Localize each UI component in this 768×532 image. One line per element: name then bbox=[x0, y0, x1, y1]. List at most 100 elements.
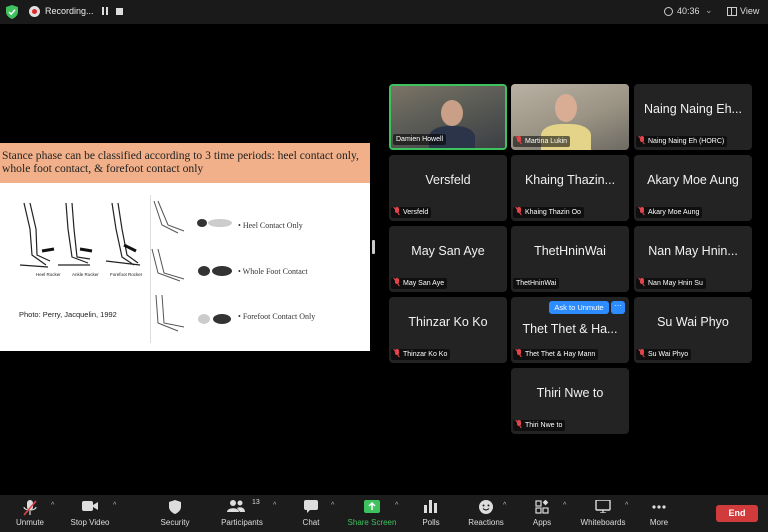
mic-muted-icon bbox=[516, 349, 522, 357]
participant-display-name: Thet Thet & Ha... bbox=[522, 322, 618, 336]
participant-display-name: Thiri Nwe to bbox=[536, 386, 604, 400]
phase-whole-foot: • Whole Foot Contact bbox=[238, 267, 308, 276]
video-options-chevron[interactable]: ^ bbox=[108, 495, 118, 532]
participant-display-name: Versfeld bbox=[425, 173, 471, 187]
participant-display-name: Thinzar Ko Ko bbox=[408, 315, 488, 329]
meeting-timer[interactable]: 40:36 bbox=[677, 6, 700, 16]
security-button[interactable]: Security bbox=[155, 495, 195, 532]
shield-icon bbox=[169, 500, 181, 514]
chat-bubble-icon bbox=[304, 500, 318, 513]
split-view-handle[interactable] bbox=[372, 240, 375, 254]
rocker-caption: Forefoot Rocker bbox=[110, 272, 143, 277]
foot-contact-illustration bbox=[150, 195, 232, 343]
phase-forefoot: • Forefoot Contact Only bbox=[238, 312, 316, 321]
participant-tile[interactable]: Damien Howell bbox=[389, 84, 507, 150]
polls-bar-icon bbox=[424, 500, 437, 513]
participant-display-name: ThetHninWai bbox=[534, 244, 606, 258]
share-options-chevron[interactable]: ^ bbox=[390, 495, 400, 532]
mic-muted-icon bbox=[394, 349, 400, 357]
participant-tile[interactable]: Versfeld Versfeld bbox=[389, 155, 507, 221]
participant-display-name: May San Aye bbox=[411, 244, 485, 258]
phase-heel-contact: • Heel Contact Only bbox=[238, 221, 303, 230]
whiteboards-options-chevron[interactable]: ^ bbox=[620, 495, 630, 532]
participant-display-name: Nan May Hnin... bbox=[648, 244, 738, 258]
participant-display-name: Su Wai Phyo bbox=[657, 315, 729, 329]
recording-label: Recording... bbox=[45, 6, 94, 16]
ask-to-unmute-button[interactable]: Ask to Unmute bbox=[549, 301, 609, 314]
chevron-up-icon: ^ bbox=[625, 502, 629, 509]
view-button[interactable]: View bbox=[740, 6, 759, 16]
participant-nametag: Khaing Thazin Oo bbox=[513, 207, 584, 218]
apps-options-chevron[interactable]: ^ bbox=[558, 495, 568, 532]
recording-icon bbox=[29, 6, 40, 17]
participant-nametag: Thiri Nwe to bbox=[513, 420, 566, 431]
rocker-legs-illustration bbox=[19, 202, 141, 268]
participant-nametag: May San Aye bbox=[391, 278, 448, 289]
person-head bbox=[441, 100, 463, 126]
rocker-caption: Ankle Rocker bbox=[72, 272, 99, 277]
apps-icon bbox=[535, 500, 549, 514]
participant-tile[interactable]: Thiri Nwe to Thiri Nwe to bbox=[511, 368, 629, 434]
chevron-up-icon: ^ bbox=[395, 502, 399, 509]
view-layout-icon[interactable] bbox=[727, 7, 737, 16]
chevron-up-icon: ^ bbox=[51, 502, 55, 509]
chat-button[interactable]: Chat bbox=[294, 495, 328, 532]
participant-nametag: Naing Naing Eh (HORC) bbox=[636, 136, 728, 147]
chat-options-chevron[interactable]: ^ bbox=[326, 495, 336, 532]
mic-muted-icon bbox=[516, 207, 522, 215]
unmute-options-chevron[interactable]: ^ bbox=[46, 495, 56, 532]
participant-tile[interactable]: Martina Lukin bbox=[511, 84, 629, 150]
reactions-options-chevron[interactable]: ^ bbox=[498, 495, 508, 532]
mic-muted-icon bbox=[394, 278, 400, 286]
chat-label: Chat bbox=[302, 518, 320, 527]
participant-nametag: Su Wai Phyo bbox=[636, 349, 692, 360]
mic-muted-icon bbox=[516, 136, 522, 144]
meeting-toolbar: Unmute ^ Stop Video ^ Security 13 Partic… bbox=[0, 495, 768, 532]
chevron-up-icon: ^ bbox=[273, 502, 277, 509]
participant-nametag: Martina Lukin bbox=[513, 136, 571, 147]
security-label: Security bbox=[160, 518, 190, 527]
participant-nametag: Thet Thet & Hay Mann bbox=[513, 349, 599, 360]
participants-label: Participants bbox=[221, 518, 263, 527]
participant-nametag: Damien Howell bbox=[393, 134, 447, 145]
polls-button[interactable]: Polls bbox=[416, 495, 446, 532]
participant-tile[interactable]: May San Aye May San Aye bbox=[389, 226, 507, 292]
chevron-up-icon: ^ bbox=[113, 502, 117, 509]
chevron-down-icon[interactable]: ⌄ bbox=[705, 5, 713, 16]
mic-muted-icon bbox=[639, 136, 645, 144]
participant-display-name: Naing Naing Eh... bbox=[644, 102, 742, 116]
apps-button[interactable]: Apps bbox=[528, 495, 556, 532]
participant-display-name: Akary Moe Aung bbox=[647, 173, 739, 187]
end-meeting-button[interactable]: End bbox=[716, 505, 758, 522]
participant-nametag: Versfeld bbox=[391, 207, 432, 218]
participants-count: 13 bbox=[252, 499, 260, 506]
participant-tile[interactable]: ThetHninWai ThetHninWai bbox=[511, 226, 629, 292]
participant-tile[interactable]: Naing Naing Eh... Naing Naing Eh (HORC) bbox=[634, 84, 752, 150]
polls-label: Polls bbox=[422, 518, 440, 527]
chevron-up-icon: ^ bbox=[331, 502, 335, 509]
video-camera-icon bbox=[82, 501, 98, 511]
top-bar: Recording... 40:36 ⌄ View bbox=[0, 0, 768, 24]
participant-tile[interactable]: Su Wai Phyo Su Wai Phyo bbox=[634, 297, 752, 363]
rocker-figure: Heel Rocker Ankle Rocker Forefoot Rocker bbox=[10, 199, 150, 279]
participant-tile[interactable]: Nan May Hnin... Nan May Hnin Su bbox=[634, 226, 752, 292]
stop-recording-icon[interactable] bbox=[116, 8, 123, 15]
participant-tile[interactable]: Thinzar Ko Ko Thinzar Ko Ko bbox=[389, 297, 507, 363]
rocker-caption: Heel Rocker bbox=[36, 272, 61, 277]
apps-label: Apps bbox=[532, 518, 552, 527]
participants-options-chevron[interactable]: ^ bbox=[268, 495, 278, 532]
photo-credit: Photo: Perry, Jacquelin, 1992 bbox=[19, 310, 117, 319]
shield-check-icon[interactable] bbox=[6, 5, 18, 19]
tile-more-button[interactable]: ··· bbox=[611, 301, 625, 314]
participant-nametag: Nan May Hnin Su bbox=[636, 278, 706, 289]
more-button[interactable]: More bbox=[644, 495, 674, 532]
mic-muted-icon bbox=[639, 278, 645, 286]
participants-button[interactable]: 13 Participants bbox=[216, 495, 268, 532]
pause-recording-icon[interactable] bbox=[101, 7, 109, 16]
participant-tile[interactable]: Akary Moe Aung Akary Moe Aung bbox=[634, 155, 752, 221]
more-dots-icon bbox=[652, 505, 666, 509]
chevron-up-icon: ^ bbox=[503, 502, 507, 509]
participant-display-name: Khaing Thazin... bbox=[524, 173, 616, 187]
share-screen-icon bbox=[364, 500, 380, 513]
participant-tile[interactable]: Khaing Thazin... Khaing Thazin Oo bbox=[511, 155, 629, 221]
